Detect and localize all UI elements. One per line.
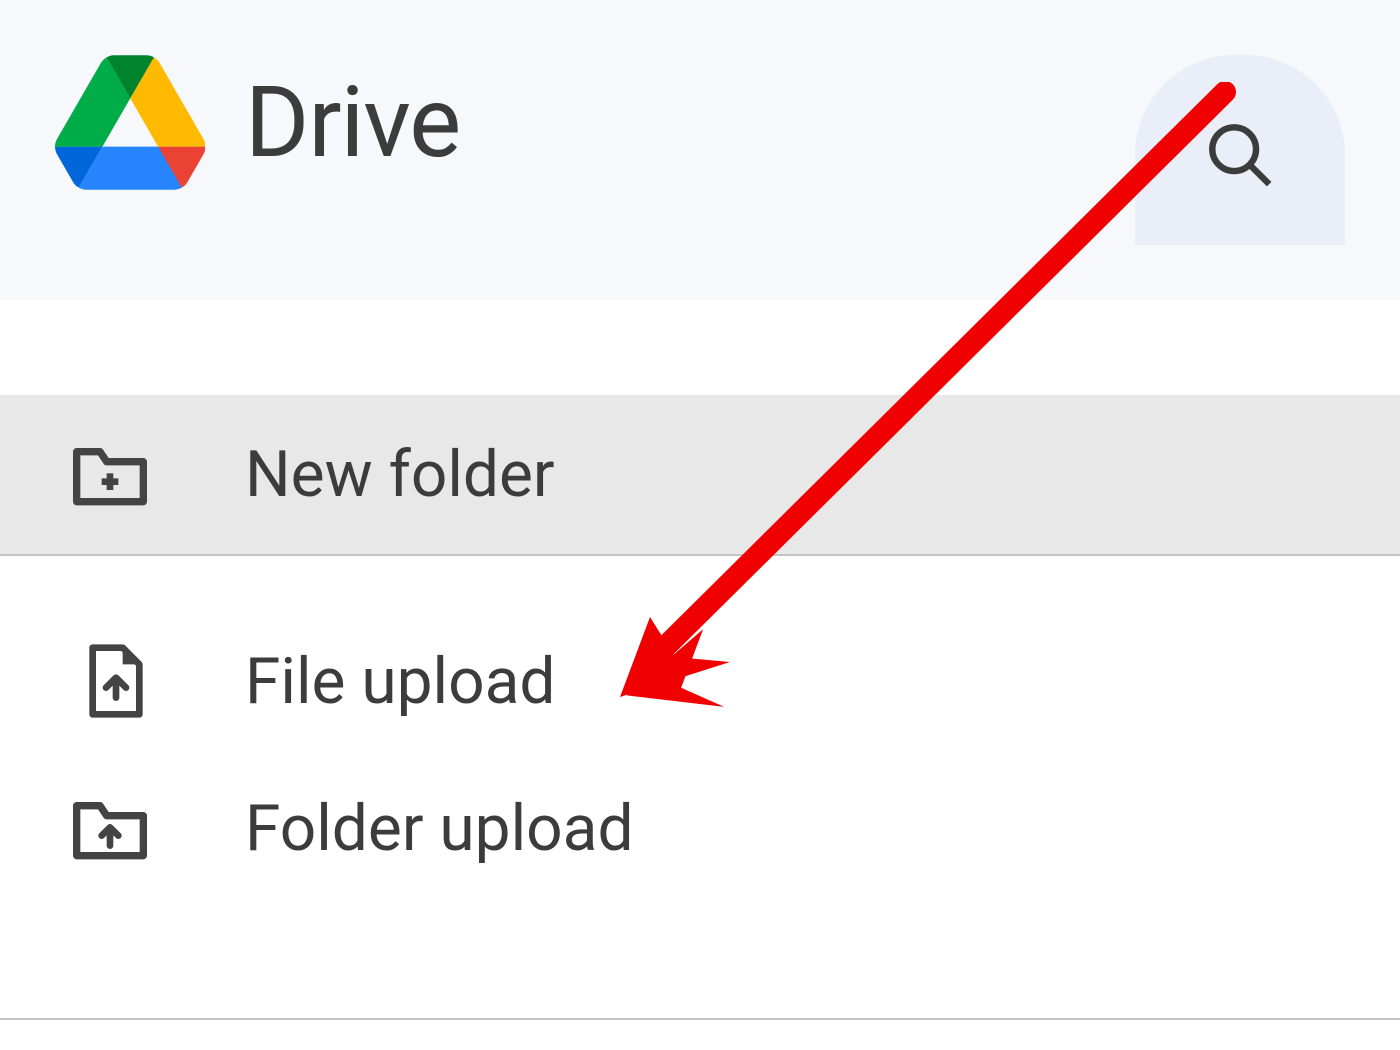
drive-logo-icon bbox=[55, 55, 205, 190]
new-folder-menu-item[interactable]: New folder bbox=[0, 395, 1400, 554]
upload-section: File upload Folder upload bbox=[0, 556, 1400, 921]
header: Drive bbox=[0, 0, 1400, 300]
context-menu: New folder File upload Folder uplo bbox=[0, 395, 1400, 921]
new-folder-label: New folder bbox=[245, 437, 555, 512]
folder-upload-icon bbox=[70, 794, 150, 864]
bottom-divider bbox=[0, 1018, 1400, 1020]
file-upload-menu-item[interactable]: File upload bbox=[0, 606, 1400, 756]
folder-upload-menu-item[interactable]: Folder upload bbox=[0, 756, 1400, 901]
new-folder-icon bbox=[70, 437, 150, 512]
search-icon bbox=[1205, 120, 1275, 190]
app-title: Drive bbox=[245, 65, 460, 180]
file-upload-label: File upload bbox=[245, 644, 556, 719]
logo-container[interactable]: Drive bbox=[55, 55, 460, 190]
search-button[interactable] bbox=[1135, 55, 1345, 245]
folder-upload-label: Folder upload bbox=[245, 791, 634, 866]
file-upload-icon bbox=[85, 641, 150, 721]
